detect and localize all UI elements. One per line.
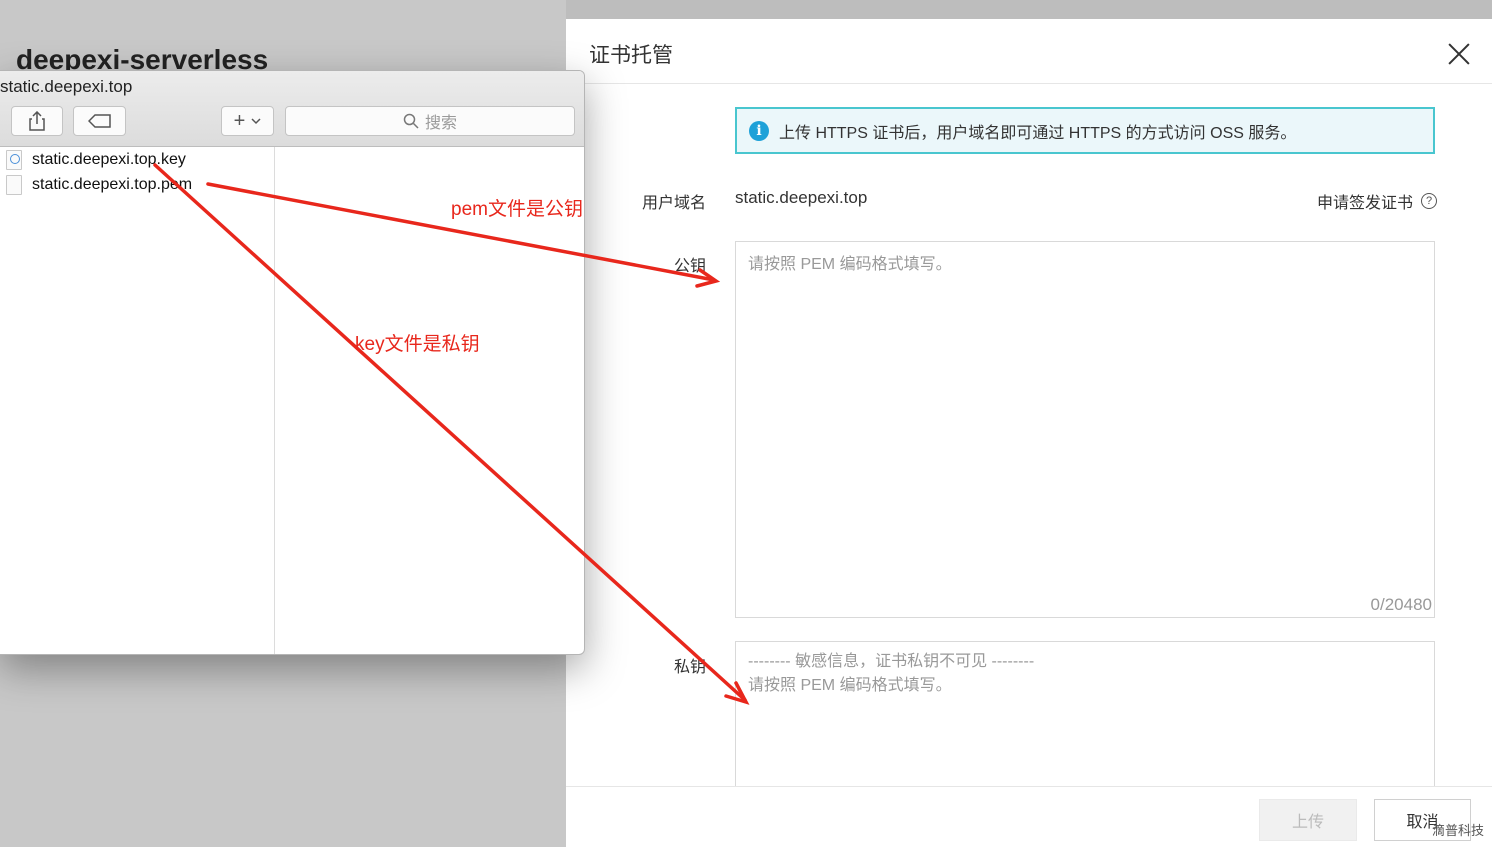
finder-file-list: static.deepexi.top.key static.deepexi.to… bbox=[0, 147, 275, 654]
file-name: static.deepexi.top.key bbox=[32, 151, 186, 168]
domain-label: 用户域名 bbox=[641, 195, 706, 212]
file-name: static.deepexi.top.pem bbox=[32, 176, 193, 193]
private-key-placeholder: 请按照 PEM 编码格式填写。 bbox=[748, 677, 952, 694]
drawer-header: 证书托管 bbox=[566, 19, 1492, 84]
add-dropdown-button[interactable]: + bbox=[221, 106, 274, 136]
tag-icon bbox=[87, 114, 111, 128]
upload-button[interactable]: 上传 bbox=[1259, 799, 1357, 841]
finder-window: static.deepexi.top + 搜索 static.deepexi.t… bbox=[0, 70, 585, 655]
info-icon: i bbox=[749, 120, 769, 141]
public-key-counter: 0/20480 bbox=[1370, 595, 1432, 614]
notice-text: 上传 HTTPS 证书后，用户域名即可通过 HTTPS 的方式访问 OSS 服务… bbox=[779, 124, 1297, 142]
info-notice: i 上传 HTTPS 证书后，用户域名即可通过 HTTPS 的方式访问 OSS … bbox=[735, 107, 1435, 154]
public-key-placeholder: 请按照 PEM 编码格式填写。 bbox=[748, 256, 952, 273]
search-placeholder: 搜索 bbox=[424, 115, 457, 132]
domain-value: static.deepexi.top bbox=[735, 188, 868, 207]
finder-window-title: static.deepexi.top bbox=[0, 77, 133, 96]
share-button[interactable] bbox=[11, 106, 63, 136]
watermark: 滴普科技 bbox=[1431, 823, 1484, 838]
chevron-down-icon bbox=[251, 118, 261, 125]
close-icon[interactable] bbox=[1448, 43, 1470, 65]
document-file-icon bbox=[6, 175, 22, 195]
apply-cert-link[interactable]: 申请签发证书 ? bbox=[1317, 189, 1437, 213]
tag-button[interactable] bbox=[73, 106, 126, 136]
public-key-textarea[interactable]: 请按照 PEM 编码格式填写。 0/20480 bbox=[735, 241, 1435, 760]
apply-cert-label: 申请签发证书 bbox=[1316, 195, 1413, 212]
pem-annotation-label: pem文件是公钥 bbox=[451, 199, 583, 220]
certificate-file-icon bbox=[6, 150, 22, 170]
finder-toolbar: static.deepexi.top + 搜索 bbox=[0, 71, 584, 147]
public-key-label: 公钥 bbox=[673, 258, 706, 275]
key-annotation-label: key文件是私钥 bbox=[355, 334, 480, 355]
share-icon bbox=[29, 111, 45, 131]
file-item-key[interactable]: static.deepexi.top.key bbox=[6, 149, 186, 171]
search-icon bbox=[403, 113, 419, 129]
drawer-footer: 上传 取消 bbox=[566, 786, 1492, 847]
help-icon[interactable]: ? bbox=[1421, 193, 1437, 209]
search-input[interactable]: 搜索 bbox=[285, 106, 575, 136]
drawer-title: 证书托管 bbox=[589, 44, 673, 67]
private-key-label: 私钥 bbox=[673, 659, 706, 676]
certificate-hosting-drawer: 证书托管 i 上传 HTTPS 证书后，用户域名即可通过 HTTPS 的方式访问… bbox=[566, 19, 1492, 847]
plus-icon: + bbox=[233, 109, 246, 132]
private-key-sensitive-line: -------- 敏感信息，证书私钥不可见 -------- bbox=[748, 653, 1035, 670]
file-item-pem[interactable]: static.deepexi.top.pem bbox=[6, 174, 192, 196]
